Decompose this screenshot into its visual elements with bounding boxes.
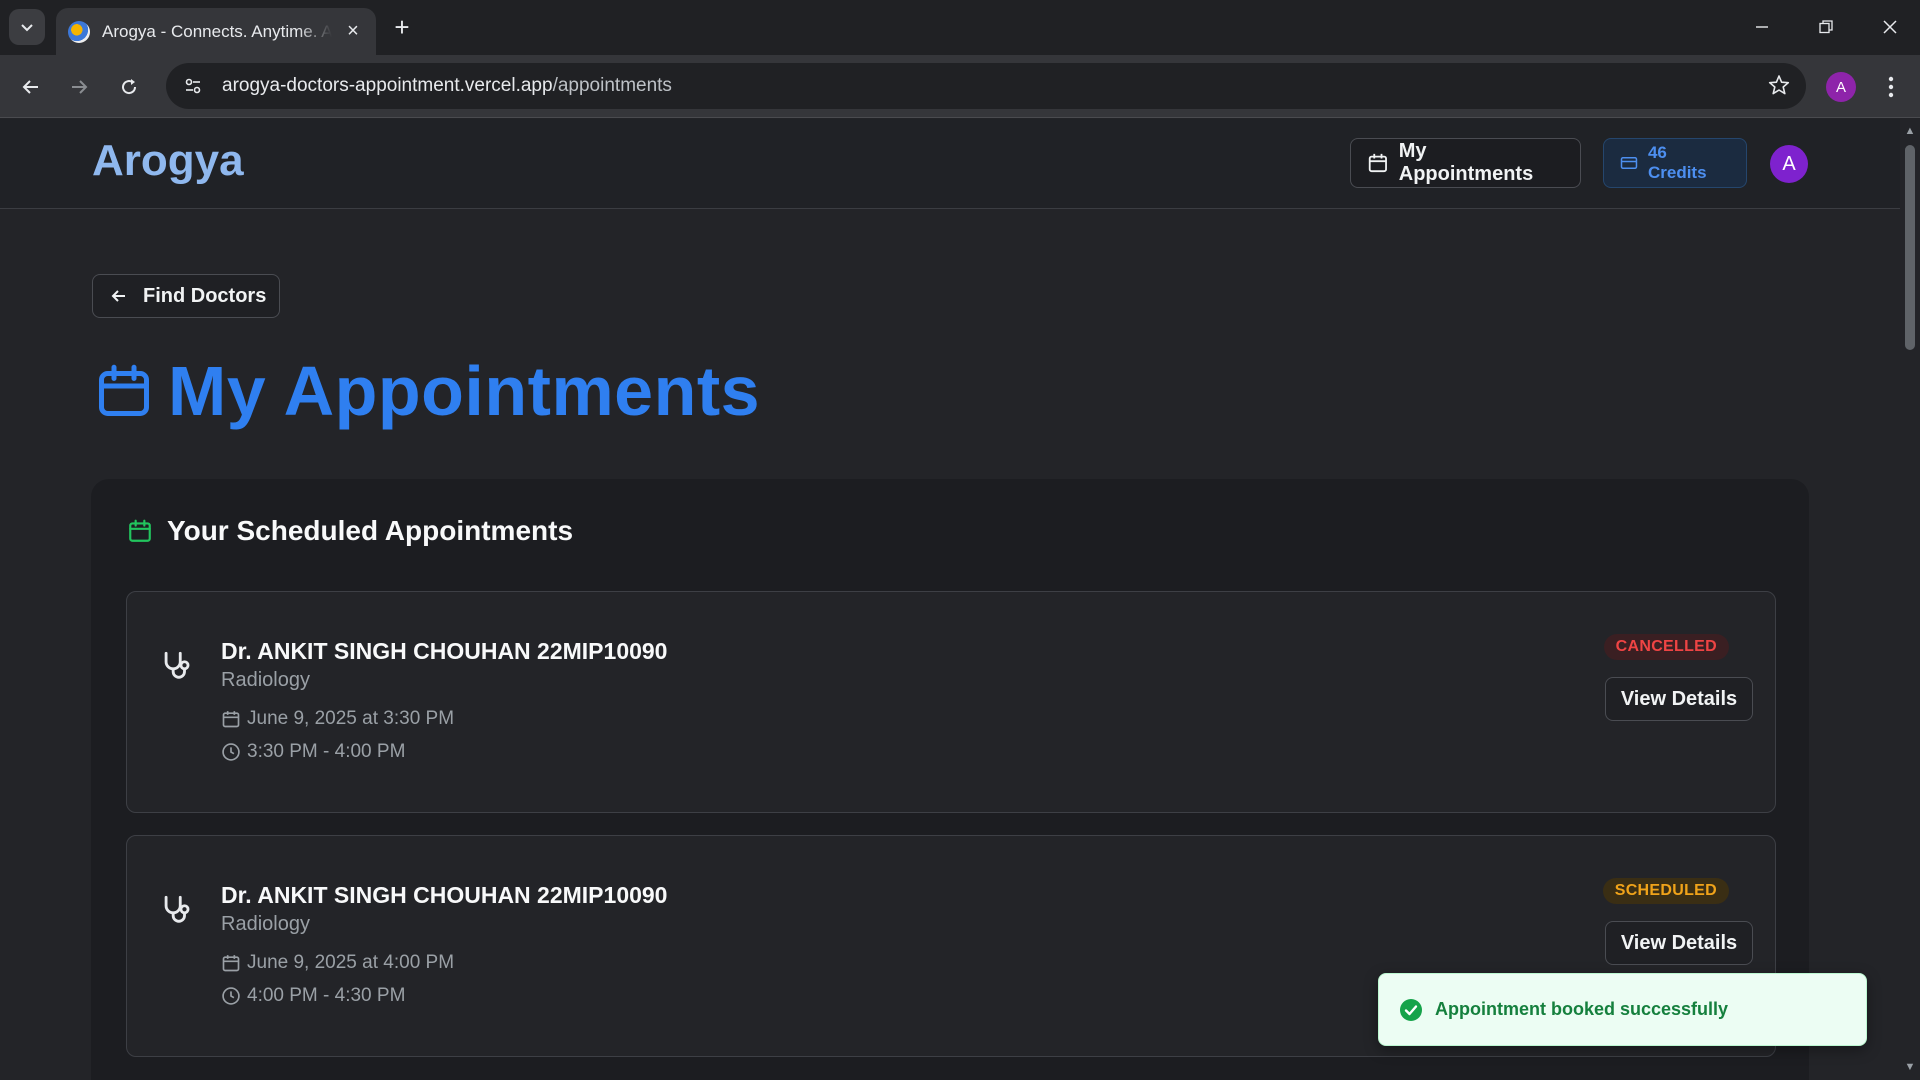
panel-title: Your Scheduled Appointments: [167, 515, 574, 546]
toast-message: Appointment booked successfully: [1435, 999, 1729, 1019]
page-title: My Appointments: [168, 352, 761, 430]
appointment-date-text: June 9, 2025 at 3:30 PM: [247, 708, 455, 729]
browser-profile-avatar[interactable]: A: [1826, 72, 1856, 102]
arrow-left-icon: [111, 290, 125, 302]
chevron-down-icon: [21, 24, 33, 32]
scroll-down-arrow-icon[interactable]: ▼: [1904, 1061, 1916, 1073]
brand-logo[interactable]: Arogya: [92, 136, 244, 186]
clock-icon: [222, 743, 240, 761]
scroll-up-arrow-icon[interactable]: ▲: [1904, 125, 1916, 137]
tune-icon[interactable]: [178, 71, 208, 101]
appointment-card: Dr. ANKIT SINGH CHOUHAN 22MIP10090 Radio…: [126, 591, 1776, 813]
appointment-date-text: June 9, 2025 at 4:00 PM: [247, 952, 455, 973]
card-icon: [1620, 157, 1638, 169]
url-path: /appointments: [552, 75, 672, 96]
back-nav-button[interactable]: [14, 70, 48, 104]
status-badge: SCHEDULED: [1602, 878, 1729, 904]
site-header: Arogya My Appointments 46 Credits A: [0, 119, 1900, 209]
credits-label: 46 Credits: [1647, 143, 1707, 182]
page-viewport: Arogya My Appointments 46 Credits A Find…: [0, 119, 1900, 1080]
appointment-time-text: 4:00 PM - 4:30 PM: [247, 985, 406, 1006]
forward-nav-button[interactable]: [62, 70, 96, 104]
doctor-specialty: Radiology: [221, 669, 310, 691]
restore-button[interactable]: [1806, 12, 1846, 42]
arrow-left-icon: [22, 80, 38, 94]
doctor-name: Dr. ANKIT SINGH CHOUHAN 22MIP10090: [221, 638, 668, 664]
appointment-date: June 9, 2025 at 4:00 PM: [221, 952, 454, 974]
tab-list-button[interactable]: [9, 9, 45, 45]
minimize-icon: [1756, 26, 1768, 28]
calendar-icon: [129, 519, 151, 542]
restore-icon: [1819, 20, 1833, 34]
success-toast: Appointment booked successfully: [1378, 973, 1867, 1046]
doctor-name: Dr. ANKIT SINGH CHOUHAN 22MIP10090: [221, 882, 668, 908]
browser-tab[interactable]: Arogya - Connects. Anytime. Anywhere ×: [56, 8, 376, 55]
calendar-icon: [222, 711, 240, 728]
appointment-time: 4:00 PM - 4:30 PM: [221, 985, 405, 1007]
stethoscope-icon: [164, 895, 190, 923]
appointment-time-text: 3:30 PM - 4:00 PM: [247, 741, 406, 762]
arrow-right-icon: [72, 80, 88, 94]
stethoscope-icon: [164, 651, 190, 679]
url-domain: arogya-doctors-appointment.vercel.app: [222, 75, 553, 96]
calendar-icon: [222, 955, 240, 972]
panel-header: Your Scheduled Appointments: [127, 515, 573, 547]
credits-button[interactable]: 46 Credits: [1603, 138, 1747, 188]
tab-title: Arogya - Connects. Anytime. Anywhere: [102, 21, 332, 41]
browser-tab-bar: Arogya - Connects. Anytime. Anywhere × +: [0, 0, 1920, 55]
status-badge: CANCELLED: [1603, 634, 1729, 660]
close-window-button[interactable]: [1870, 12, 1910, 42]
view-details-button[interactable]: View Details: [1605, 677, 1753, 721]
find-doctors-back-button[interactable]: Find Doctors: [92, 274, 280, 318]
address-bar[interactable]: arogya-doctors-appointment.vercel.app/ap…: [166, 63, 1806, 109]
page-scrollbar[interactable]: ▲ ▼: [1900, 119, 1920, 1080]
appointment-time: 3:30 PM - 4:00 PM: [221, 741, 405, 763]
calendar-icon: [99, 364, 149, 416]
tab-close-icon[interactable]: ×: [342, 20, 364, 43]
my-appointments-nav-button[interactable]: My Appointments: [1350, 138, 1581, 188]
url-text: arogya-doctors-appointment.vercel.app/ap…: [222, 75, 672, 97]
minimize-button[interactable]: [1742, 12, 1782, 42]
check-circle-icon: [1400, 998, 1422, 1021]
calendar-icon: [1368, 153, 1387, 173]
kebab-icon[interactable]: [1876, 72, 1906, 102]
reload-icon: [122, 79, 137, 95]
view-details-button[interactable]: View Details: [1605, 921, 1753, 965]
browser-toolbar: arogya-doctors-appointment.vercel.app/ap…: [0, 55, 1920, 118]
appointment-date: June 9, 2025 at 3:30 PM: [221, 708, 454, 730]
bookmark-star-icon[interactable]: [1768, 74, 1790, 101]
page-heading: My Appointments: [94, 351, 760, 431]
user-avatar[interactable]: A: [1770, 145, 1808, 183]
scrollbar-thumb[interactable]: [1905, 145, 1915, 350]
reload-button[interactable]: [112, 70, 146, 104]
favicon-icon: [68, 20, 90, 43]
my-appointments-nav-label: My Appointments: [1398, 140, 1534, 185]
find-doctors-label: Find Doctors: [143, 284, 267, 307]
clock-icon: [222, 987, 240, 1005]
new-tab-button[interactable]: +: [387, 12, 417, 42]
doctor-specialty: Radiology: [221, 913, 310, 935]
close-icon: [1883, 20, 1897, 34]
